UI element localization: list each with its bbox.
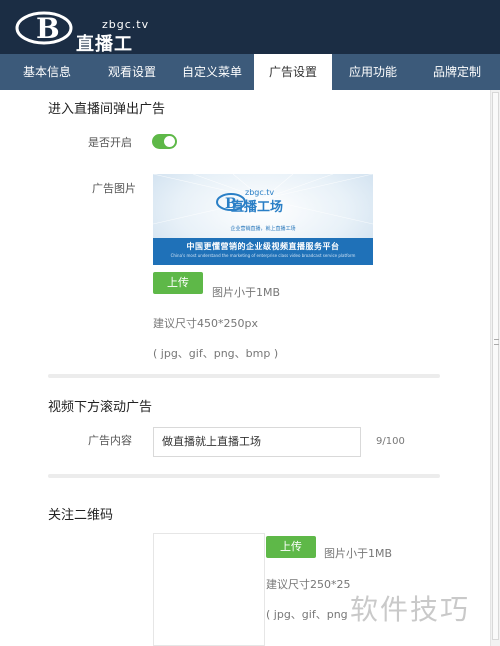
ad-tagline: 企业营销直播，就上直播工场 xyxy=(230,226,296,232)
tab-brand-customization[interactable]: 品牌定制 xyxy=(414,54,500,90)
tab-custom-menu[interactable]: 自定义菜单 xyxy=(170,54,254,90)
logo-icon: B xyxy=(15,11,73,45)
scroll-grip-icon xyxy=(494,339,499,345)
section-divider xyxy=(48,474,440,478)
qr-dimension-hint: 建议尺寸250*25 xyxy=(266,578,351,591)
ad-banner: 中国更懂营销的企业级视频直播服务平台 China's most understa… xyxy=(153,238,373,265)
ad-content-label: 广告内容 xyxy=(88,434,132,447)
ad-image-size-hint: 图片小于1MB xyxy=(212,286,281,299)
popup-ad-title: 进入直播间弹出广告 xyxy=(48,102,166,117)
qr-code-preview xyxy=(153,533,265,646)
qr-size-hint: 图片小于1MB xyxy=(324,547,393,560)
tab-basic-info[interactable]: 基本信息 xyxy=(0,54,94,90)
ad-image-label: 广告图片 xyxy=(92,182,136,195)
settings-tabs: 基本信息 观看设置 自定义菜单 广告设置 应用功能 品牌定制 xyxy=(0,54,500,90)
ad-content-input[interactable]: 做直播就上直播工场 xyxy=(153,427,361,457)
toggle-knob xyxy=(164,136,175,147)
qr-format-hint: ( jpg、gif、png xyxy=(266,608,348,621)
logo[interactable]: B zbgc.tv 直播工场 xyxy=(14,8,148,81)
upload-ad-image-button[interactable]: 上传 xyxy=(153,272,203,294)
qr-code-title: 关注二维码 xyxy=(48,508,114,523)
svg-text:B: B xyxy=(36,12,60,45)
vertical-scrollbar[interactable] xyxy=(490,90,500,646)
scroll-ad-title: 视频下方滚动广告 xyxy=(48,400,153,415)
section-divider xyxy=(48,374,440,378)
char-count: 9/100 xyxy=(376,436,405,447)
ad-logo-name: 直播工场 xyxy=(231,200,284,215)
ad-settings-panel: 进入直播间弹出广告 是否开启 广告图片 B zbgc.tv 直播工场 企业营销直… xyxy=(0,90,490,646)
upload-qr-code-button[interactable]: 上传 xyxy=(266,536,316,558)
enable-label: 是否开启 xyxy=(88,136,132,149)
ad-banner-text: 中国更懂营销的企业级视频直播服务平台 xyxy=(186,242,340,251)
tab-ad-settings[interactable]: 广告设置 xyxy=(254,54,332,90)
ad-banner-subtext: China's most understand the marketing of… xyxy=(170,253,356,258)
ad-image-preview: B zbgc.tv 直播工场 企业营销直播，就上直播工场 中国更懂营销的企业级视… xyxy=(153,174,373,265)
popup-ad-toggle[interactable] xyxy=(152,134,177,149)
watermark-text: 软件技巧 xyxy=(350,593,471,626)
scroll-thumb[interactable] xyxy=(492,92,499,640)
ad-image-format-hint: ( jpg、gif、png、bmp ) xyxy=(153,347,279,360)
app-header: B zbgc.tv 直播工场 xyxy=(0,0,500,81)
tab-viewing-settings[interactable]: 观看设置 xyxy=(94,54,170,90)
tab-app-features[interactable]: 应用功能 xyxy=(332,54,414,90)
ad-image-dimension-hint: 建议尺寸450*250px xyxy=(153,317,258,330)
